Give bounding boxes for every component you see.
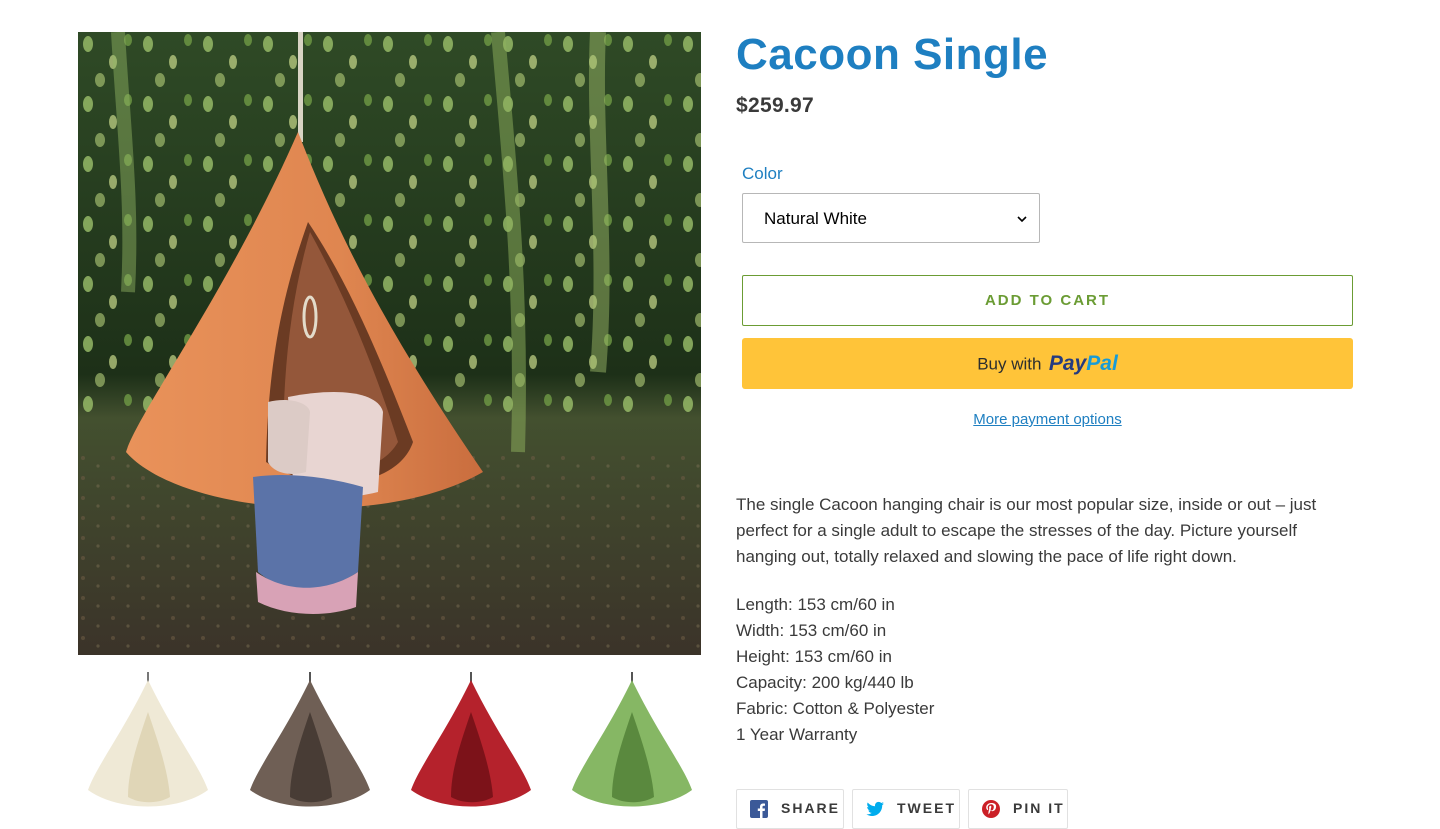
- share-twitter-button[interactable]: TWEET: [852, 789, 960, 829]
- paypal-button[interactable]: Buy with PayPal: [742, 338, 1353, 389]
- thumbnail-red[interactable]: [401, 672, 541, 809]
- spec-fabric: Fabric: Cotton & Polyester: [736, 699, 935, 718]
- paypal-button-prefix: Buy with: [977, 354, 1042, 374]
- thumbnail-natural-white[interactable]: [78, 672, 218, 809]
- thumbnail-strip: [78, 672, 701, 809]
- color-select-value: Natural White: [764, 209, 867, 228]
- product-price: $259.97: [736, 94, 815, 117]
- add-to-cart-button[interactable]: ADD TO CART: [742, 275, 1353, 326]
- more-payment-options-link[interactable]: More payment options: [742, 411, 1353, 428]
- paypal-logo-part2: Pal: [1086, 352, 1118, 376]
- spec-warranty: 1 Year Warranty: [736, 725, 858, 744]
- share-twitter-label: TWEET: [897, 800, 956, 816]
- share-pinterest-label: PIN IT: [1013, 800, 1065, 816]
- twitter-icon: [866, 801, 884, 816]
- spec-height: Height: 153 cm/60 in: [736, 647, 892, 666]
- hammock-thumbnail-image: [411, 672, 531, 807]
- facebook-icon: [750, 800, 768, 818]
- spec-length: Length: 153 cm/60 in: [736, 595, 895, 614]
- product-specs-list: Length: 153 cm/60 in Width: 153 cm/60 in…: [736, 592, 934, 748]
- color-select[interactable]: Natural White: [742, 193, 1040, 243]
- thumbnail-green[interactable]: [562, 672, 702, 809]
- share-facebook-button[interactable]: SHARE: [736, 789, 844, 829]
- paypal-logo-part1: Pay: [1048, 352, 1087, 376]
- hammock-thumbnail-image: [88, 672, 208, 807]
- thumbnail-brown[interactable]: [240, 672, 380, 809]
- product-main-image[interactable]: [78, 32, 701, 655]
- share-facebook-label: SHARE: [781, 800, 841, 816]
- variant-label: Color: [742, 164, 783, 183]
- share-pinterest-button[interactable]: PIN IT: [968, 789, 1068, 829]
- hammock-thumbnail-image: [572, 672, 692, 807]
- product-photo: [78, 32, 701, 655]
- spec-width: Width: 153 cm/60 in: [736, 621, 887, 640]
- spec-capacity: Capacity: 200 kg/440 lb: [736, 673, 914, 692]
- chevron-down-icon: [1017, 216, 1027, 223]
- pinterest-icon: [982, 800, 1000, 818]
- paypal-logo: PayPal: [1049, 352, 1118, 375]
- product-title: Cacoon Single: [736, 30, 1049, 79]
- product-description: The single Cacoon hanging chair is our m…: [736, 495, 1317, 566]
- hammock-thumbnail-image: [250, 672, 370, 807]
